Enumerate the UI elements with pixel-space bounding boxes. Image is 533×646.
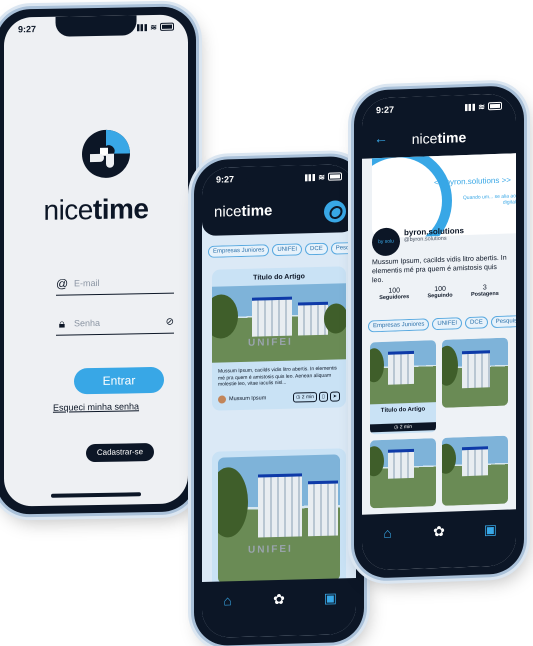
status-time: 9:27	[376, 104, 395, 116]
post-grid: Título do Artigo ◷ 2 min	[370, 337, 508, 509]
home-icon[interactable]: ⌂	[219, 591, 237, 609]
app-logo-text: nicetime	[43, 193, 149, 226]
battery-icon	[328, 172, 342, 181]
article-card[interactable]: Título do Artigo UNIFEI Mussum Ipsum, ca…	[212, 266, 346, 411]
article-excerpt: Mussum Ipsum, cacilds vidis litro aberti…	[218, 365, 337, 388]
password-placeholder: Senha	[74, 317, 101, 329]
profile-handle: @byron.solutions	[404, 235, 447, 244]
chip-dce[interactable]: DCE	[305, 242, 328, 256]
stat-posts[interactable]: 3 Postagens	[471, 284, 499, 298]
article-photo: UNIFEI	[218, 454, 340, 584]
banner-arc	[372, 153, 452, 239]
post-tile[interactable]	[370, 438, 436, 509]
phone-profile: 9:27 ≋ ← nicetime << byron.solutions >> …	[354, 85, 524, 579]
login-button[interactable]: Entrar	[74, 366, 164, 395]
email-placeholder: E-mail	[74, 277, 100, 289]
wifi-icon: ≋	[150, 22, 157, 32]
password-field[interactable]: 🔒︎ Senha ⊘	[56, 310, 174, 336]
article-photo: UNIFEI	[212, 283, 346, 363]
post-photo	[442, 435, 508, 506]
post-photo	[370, 340, 436, 405]
status-time: 9:27	[216, 174, 235, 185]
send-icon[interactable]: ➤	[329, 390, 340, 402]
post-tile[interactable]	[442, 337, 508, 408]
battery-icon	[488, 101, 502, 111]
signal-icon	[137, 23, 148, 31]
chip-empresas-juniores[interactable]: Empresas Juniores	[368, 318, 430, 333]
chip-unifei[interactable]: UNIFEI	[432, 317, 463, 331]
wifi-icon: ≋	[478, 101, 485, 112]
profile-avatar: by solu	[372, 227, 400, 257]
login-screen: 9:27 ≋ nicetime @ E-mail 🔒︎ Senha ⊘ Entr…	[4, 14, 188, 507]
signal-icon	[305, 173, 316, 181]
profile-icon[interactable]: ▣	[321, 588, 339, 606]
explore-compass-icon[interactable]	[324, 200, 346, 223]
chip-pesquisa[interactable]: Pesquisa	[330, 241, 356, 255]
profile-banner: << byron.solutions >> Quando um... se al…	[372, 153, 516, 239]
chip-unifei[interactable]: UNIFEI	[272, 243, 303, 257]
chip-dce[interactable]: DCE	[465, 316, 488, 330]
at-icon: @	[56, 276, 69, 291]
bookmark-icon[interactable]: ▯	[319, 391, 328, 402]
article-footer: Mussum Ipsum ◷ 2 min ▯ ➤	[212, 390, 346, 411]
stat-followers[interactable]: 100 Seguidores	[379, 287, 409, 301]
forgot-password-link[interactable]: Esqueci minha senha	[4, 400, 188, 413]
battery-icon	[160, 22, 174, 31]
app-logo-text: nicetime	[214, 202, 273, 221]
status-time: 9:27	[18, 24, 37, 35]
article-card[interactable]: UNIFEI	[212, 448, 346, 590]
photo-label: UNIFEI	[248, 336, 293, 349]
post-title: Título do Artigo	[380, 406, 426, 415]
profile-stats: 100 Seguidores 100 Seguindo 3 Postagens	[370, 284, 508, 302]
eye-off-icon[interactable]: ⊘	[166, 316, 174, 327]
signup-button[interactable]: Cadastrar-se	[86, 442, 154, 463]
photo-label: UNIFEI	[248, 543, 293, 556]
author-name: Mussum Ipsum	[229, 394, 267, 402]
home-icon[interactable]: ⌂	[379, 523, 397, 542]
lock-icon: 🔒︎	[58, 316, 66, 331]
puzzle-icon[interactable]: ✿	[270, 590, 288, 608]
signal-icon	[465, 103, 476, 111]
bottom-nav: ⌂ ✿ ▣	[202, 577, 356, 639]
banner-name: << byron.solutions >>	[434, 175, 511, 188]
category-chips: Empresas Juniores UNIFEI DCE Pesquisa Ex	[208, 241, 356, 258]
chip-empresas-juniores[interactable]: Empresas Juniores	[208, 244, 270, 258]
feed-screen: 9:27 ≋ nicetime Empresas Juniores UNIFEI…	[202, 163, 356, 639]
post-photo	[370, 438, 436, 509]
phone-feed: 9:27 ≋ nicetime Empresas Juniores UNIFEI…	[194, 155, 364, 646]
puzzle-icon[interactable]: ✿	[430, 522, 448, 541]
post-tile[interactable]	[442, 435, 508, 506]
post-tile[interactable]: Título do Artigo ◷ 2 min	[370, 340, 436, 435]
profile-bio: Mussum Ipsum, cacilds vidis litro aberti…	[372, 254, 507, 285]
category-chips: Empresas Juniores UNIFEI DCE Pesquisa Ex	[368, 315, 516, 333]
phone-login: 9:27 ≋ nicetime @ E-mail 🔒︎ Senha ⊘ Entr…	[0, 6, 196, 515]
post-read-time: ◷ 2 min	[370, 422, 436, 433]
puzzle-logo-icon	[82, 129, 130, 178]
bottom-nav: ⌂ ✿ ▣	[362, 509, 516, 571]
profile-icon[interactable]: ▣	[481, 520, 499, 539]
author-avatar	[218, 394, 226, 404]
email-field[interactable]: @ E-mail	[56, 270, 174, 296]
home-indicator	[51, 492, 141, 498]
read-time-badge: ◷ 2 min	[293, 391, 318, 403]
banner-tagline: Quando um... se alia ao digital	[462, 193, 516, 206]
status-bar: 9:27 ≋	[18, 20, 174, 37]
wifi-icon: ≋	[318, 172, 325, 182]
profile-screen: 9:27 ≋ ← nicetime << byron.solutions >> …	[362, 93, 516, 571]
post-photo	[442, 337, 508, 408]
stat-following[interactable]: 100 Seguindo	[428, 286, 453, 300]
chip-pesquisa[interactable]: Pesquisa	[490, 315, 516, 329]
